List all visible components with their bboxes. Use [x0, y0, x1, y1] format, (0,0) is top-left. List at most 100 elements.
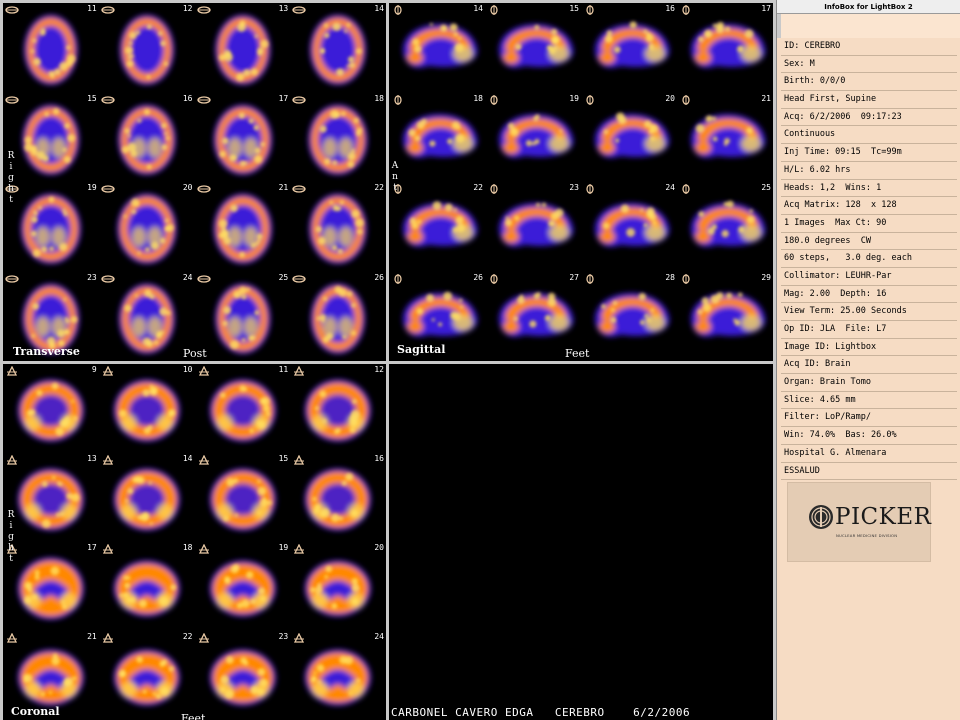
sagittal-slice[interactable]: 25	[677, 182, 773, 272]
transverse-slice[interactable]: 16	[99, 93, 195, 183]
coronal-slice[interactable]: 19	[195, 542, 291, 631]
coronal-slice[interactable]: 13	[3, 453, 99, 542]
slice-number: 24	[182, 272, 193, 282]
sagittal-slice[interactable]: 18	[389, 93, 485, 183]
coronal-slice[interactable]: 10	[99, 364, 195, 453]
slice-number: 18	[374, 93, 384, 103]
transverse-slice[interactable]: 19	[3, 182, 99, 272]
coronal-slice[interactable]: 14	[99, 453, 195, 542]
transverse-slice[interactable]: 25	[195, 272, 291, 362]
transverse-slice[interactable]: 20	[99, 182, 195, 272]
coronal-slice[interactable]: 20	[290, 542, 386, 631]
transverse-slice[interactable]: 17	[195, 93, 291, 183]
orientation-icon	[490, 94, 498, 105]
sagittal-slice-image	[402, 113, 478, 158]
coronal-label: Coronal	[11, 705, 60, 718]
sagittal-slice[interactable]: 24	[581, 182, 677, 272]
transverse-slice[interactable]: 11	[3, 3, 99, 93]
sagittal-slice[interactable]: 14	[389, 3, 485, 93]
orientation-icon	[102, 633, 113, 643]
orientation-icon	[586, 5, 594, 15]
coronal-slice-image	[113, 560, 180, 617]
orientation-icon	[294, 455, 305, 465]
info-row: Mag: 2.00 Depth: 16	[781, 286, 957, 304]
sagittal-slice-image	[690, 291, 766, 337]
transverse-bottom-label: Post	[183, 347, 207, 360]
sagittal-slice[interactable]: 16	[581, 3, 677, 93]
sagittal-slice[interactable]: 29	[677, 272, 773, 362]
slice-number: 20	[374, 543, 384, 552]
info-row: ID: CEREBRO	[781, 38, 957, 56]
orientation-icon	[394, 273, 402, 284]
coronal-slice[interactable]: 24	[290, 631, 386, 720]
sagittal-panel[interactable]: 29 28 27 26 25 24 23 22 21 20 19 18 17 16 15 14 Sagitta…	[389, 3, 773, 361]
coronal-slice-image	[113, 468, 180, 531]
slice-number: 19	[278, 543, 289, 552]
transverse-slice[interactable]: 21	[195, 182, 291, 272]
coronal-slice[interactable]: 11	[195, 364, 291, 453]
empty-panel[interactable]: CARBONEL CAVERO EDGA CEREBRO 6/2/2006	[389, 364, 773, 720]
slice-number: 22	[473, 183, 483, 192]
transverse-slice[interactable]: 22	[290, 182, 386, 272]
coronal-slice[interactable]: 15	[195, 453, 291, 542]
coronal-slice[interactable]: 23	[195, 631, 291, 720]
sagittal-slice-image	[498, 202, 574, 247]
sagittal-label: Sagittal	[397, 343, 446, 356]
transverse-slice-image	[22, 104, 80, 175]
orientation-icon	[490, 5, 498, 15]
orientation-icon	[196, 6, 211, 14]
transverse-panel[interactable]: 26 25 24 23 22 21 20 19 18 17 16 15 14 13 12 11 Transve…	[3, 3, 386, 361]
sagittal-bottom-label: Feet	[565, 347, 590, 360]
sagittal-slice[interactable]: 19	[485, 93, 581, 183]
transverse-slice-image	[310, 14, 367, 85]
slice-number: 19	[87, 183, 97, 192]
sagittal-slice[interactable]: 28	[581, 272, 677, 362]
transverse-slice[interactable]: 18	[290, 93, 386, 183]
coronal-slice[interactable]: 16	[290, 453, 386, 542]
orientation-icon	[5, 95, 19, 104]
coronal-slice-image	[17, 557, 84, 620]
transverse-slice[interactable]: 14	[290, 3, 386, 93]
transverse-slice-image	[119, 14, 174, 85]
slice-number: 12	[374, 365, 384, 374]
orientation-icon	[196, 95, 211, 104]
transverse-slice-image	[214, 283, 270, 354]
slice-number: 28	[665, 272, 675, 282]
slice-number: 13	[87, 454, 97, 463]
orientation-icon	[6, 366, 18, 376]
coronal-slice[interactable]: 22	[99, 631, 195, 720]
transverse-slice-image	[308, 104, 368, 175]
transverse-slice[interactable]: 12	[99, 3, 195, 93]
coronal-slice[interactable]: 9	[3, 364, 99, 453]
info-row: 1 Images Max Ct: 90	[781, 215, 957, 233]
sagittal-slice-image	[402, 22, 478, 68]
coronal-slice-image	[305, 379, 372, 442]
sagittal-slice[interactable]: 20	[581, 93, 677, 183]
sagittal-slice[interactable]: 23	[485, 182, 581, 272]
sagittal-slice[interactable]: 21	[677, 93, 773, 183]
info-row: Op ID: JLA File: L7	[781, 321, 957, 339]
orientation-icon	[101, 185, 115, 193]
sagittal-slice[interactable]: 17	[677, 3, 773, 93]
transverse-slice-image	[20, 193, 81, 264]
transverse-slice[interactable]: 26	[290, 272, 386, 362]
info-list: ID: CEREBRO Sex: M Birth: 0/0/0 Head First,…	[781, 38, 957, 481]
coronal-panel[interactable]: 24 23 22 21 20 19 18 17 16 15 14 13 12 11 10 9 Coronal …	[3, 364, 386, 720]
slice-number: 23	[87, 272, 97, 282]
coronal-slice[interactable]: 12	[290, 364, 386, 453]
slice-number: 13	[278, 4, 289, 13]
orientation-icon	[292, 274, 306, 283]
info-row: Hospital G. Almenara	[781, 445, 957, 463]
coronal-slice[interactable]: 18	[99, 542, 195, 631]
coronal-slice[interactable]: 17	[3, 542, 99, 631]
sagittal-slice[interactable]: 15	[485, 3, 581, 93]
transverse-slice-image	[214, 14, 270, 85]
transverse-slice[interactable]: 15	[3, 93, 99, 183]
info-row: Acq: 6/2/2006 09:17:23	[781, 109, 957, 127]
picker-logo: PICKER NUCLEAR MEDICINE DIVISION	[787, 482, 931, 562]
transverse-slice[interactable]: 24	[99, 272, 195, 362]
transverse-slice[interactable]: 13	[195, 3, 291, 93]
orientation-icon	[198, 544, 209, 554]
info-row: Inj Time: 09:15 Tc=99m	[781, 144, 957, 162]
sagittal-slice[interactable]: 22	[389, 182, 485, 272]
